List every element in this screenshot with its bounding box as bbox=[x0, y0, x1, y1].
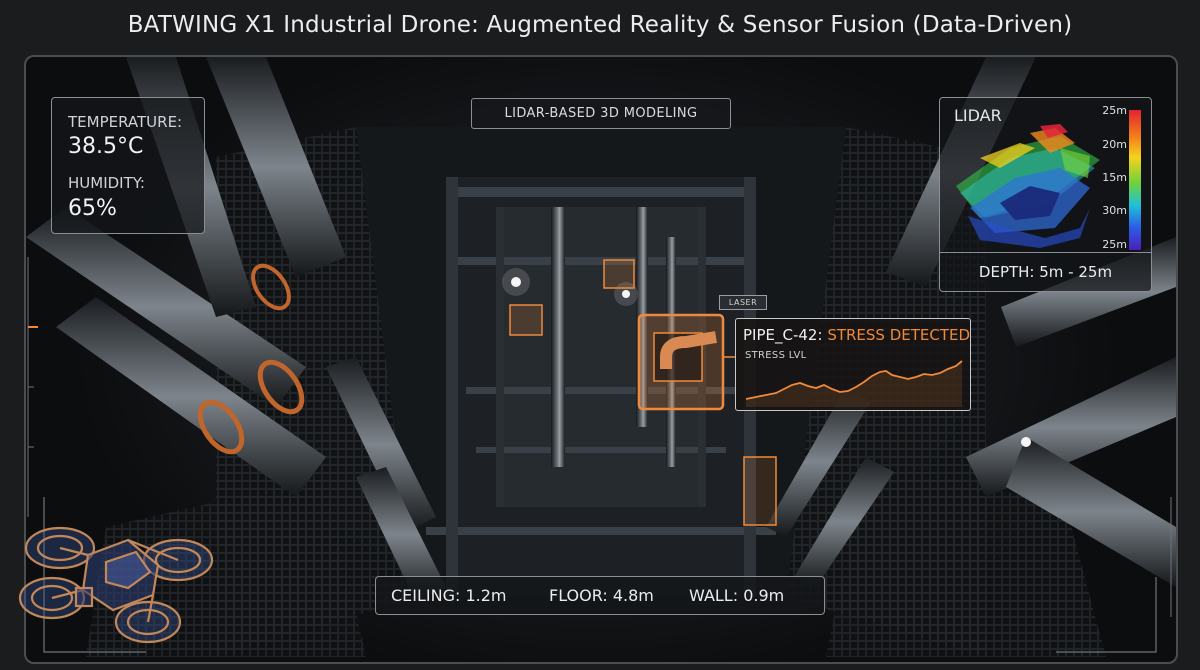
colorbar-tick: 25m bbox=[1102, 104, 1127, 117]
depth-range: DEPTH: 5m - 25m bbox=[940, 252, 1151, 291]
ar-target-box[interactable] bbox=[743, 456, 777, 526]
wall-distance: WALL: 0.9m bbox=[689, 586, 785, 605]
colorbar-tick: 15m bbox=[1102, 171, 1127, 184]
humidity-value: 65% bbox=[68, 196, 117, 221]
drone-icon bbox=[18, 526, 214, 644]
temperature-value: 38.5°C bbox=[68, 134, 144, 159]
humidity-label: HUMIDITY: bbox=[68, 174, 145, 192]
page-title: BATWING X1 Industrial Drone: Augmented R… bbox=[127, 12, 1073, 38]
floor-distance: FLOOR: 4.8m bbox=[549, 586, 654, 605]
distance-measurements-bar: CEILING: 1.2m FLOOR: 4.8m WALL: 0.9m bbox=[375, 576, 825, 615]
stress-alert-panel[interactable]: PIPE_C-42: STRESS DETECTED STRESS LVL bbox=[735, 318, 971, 411]
colorbar-tick: 20m bbox=[1102, 138, 1127, 151]
ar-target-box[interactable] bbox=[603, 259, 635, 289]
ar-target-box[interactable] bbox=[509, 304, 543, 336]
laser-tag: LASER bbox=[719, 295, 767, 310]
colorbar-tick: 30m bbox=[1102, 204, 1127, 217]
stress-sparkline bbox=[745, 360, 963, 407]
temperature-label: TEMPERATURE: bbox=[68, 113, 183, 131]
ceiling-distance: CEILING: 1.2m bbox=[391, 586, 507, 605]
depth-colorbar bbox=[1129, 110, 1141, 250]
modeling-mode-label: LIDAR-BASED 3D MODELING bbox=[471, 98, 731, 129]
colorbar-tick: 25m bbox=[1102, 238, 1127, 251]
lidar-panel[interactable]: LIDAR 25m 20m 15m 30m 25m DEPTH: 5m - 25… bbox=[939, 97, 1152, 292]
environment-panel: TEMPERATURE: 38.5°C HUMIDITY: 65% bbox=[51, 97, 205, 234]
